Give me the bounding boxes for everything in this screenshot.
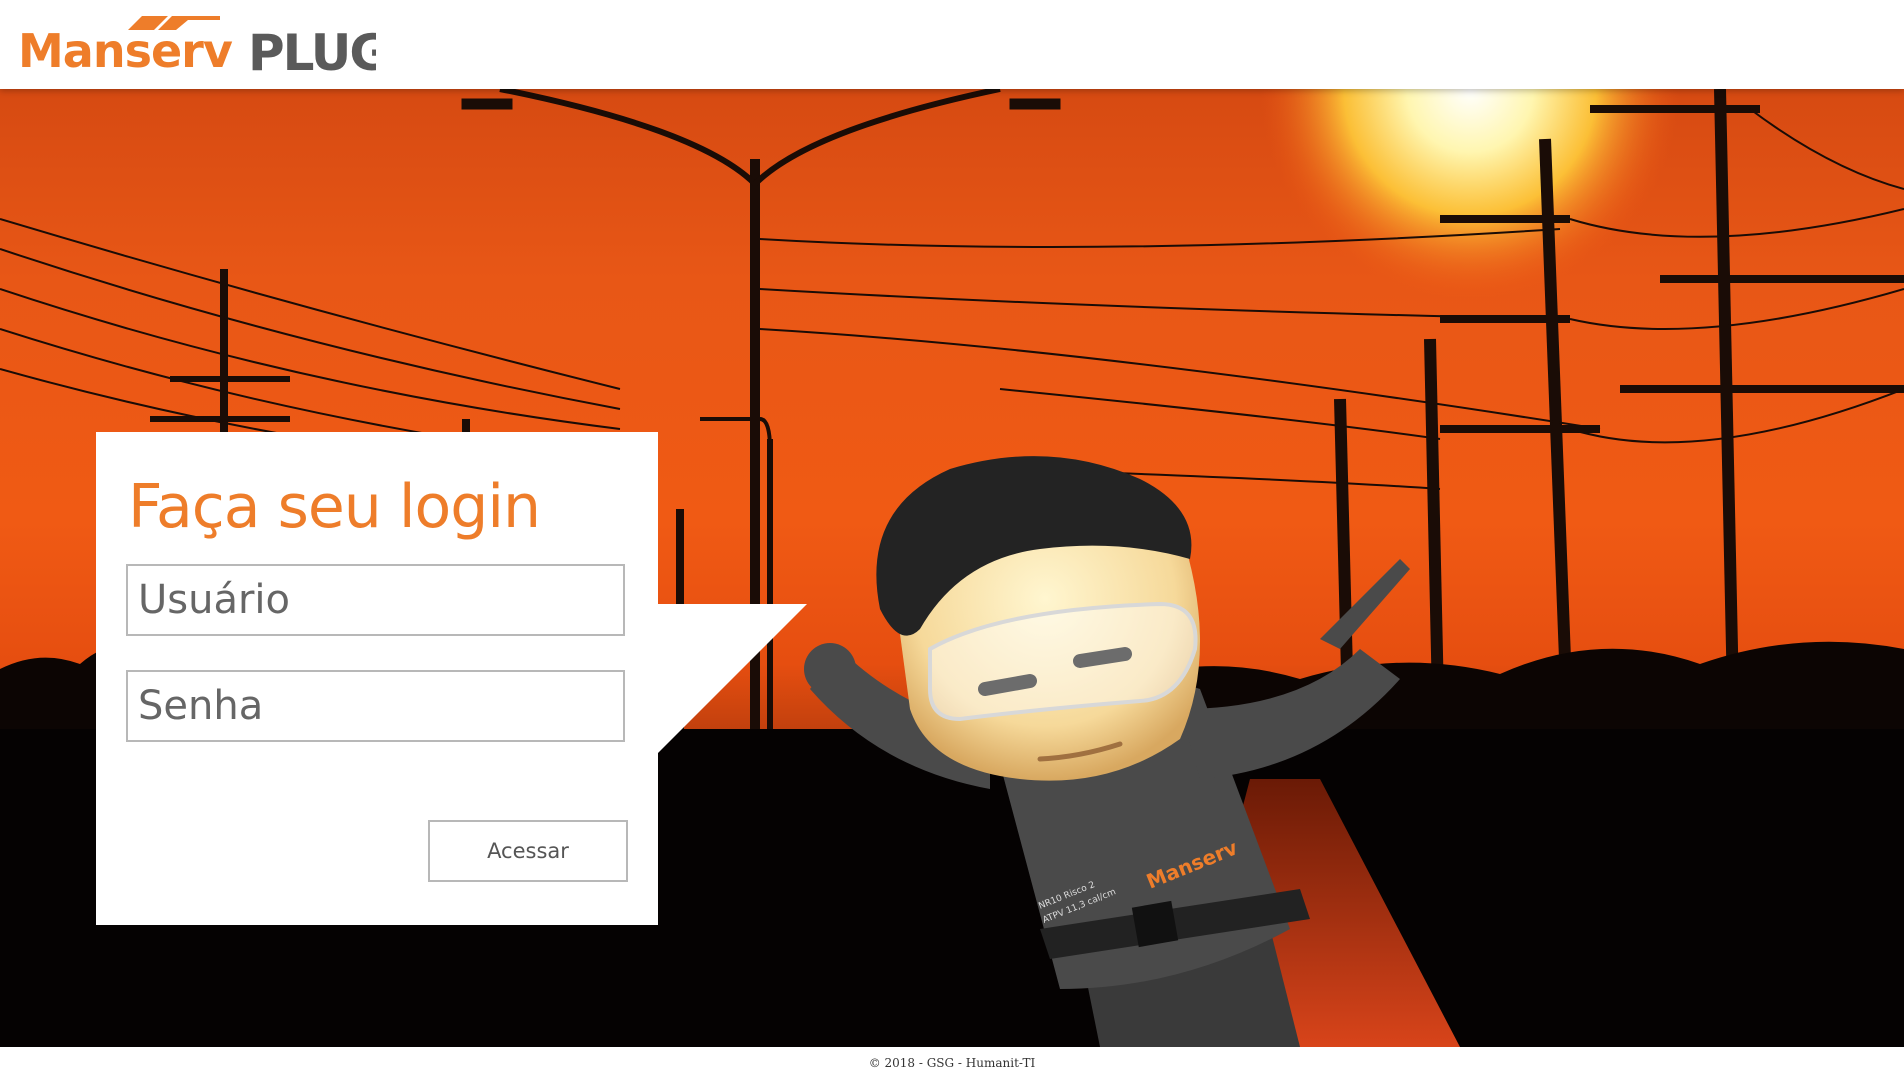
top-header: Manserv PLUG (0, 0, 1904, 89)
login-title: Faça seu login (128, 472, 541, 542)
manserv-logo: Manserv (18, 16, 233, 76)
password-input[interactable] (126, 670, 625, 742)
copyright-text: © 2018 - GSG - Humanit-TI (868, 1056, 1036, 1070)
footer: © 2018 - GSG - Humanit-TI (0, 1047, 1904, 1080)
speech-bubble-tail (657, 604, 807, 754)
brand-name: Manserv (18, 24, 233, 78)
username-input[interactable] (126, 564, 625, 636)
login-panel: Faça seu login Acessar (96, 432, 658, 925)
sun (1260, 89, 1680, 299)
plug-logo: PLUG (248, 24, 376, 78)
product-name: PLUG (248, 24, 376, 78)
access-button[interactable]: Acessar (428, 820, 628, 882)
